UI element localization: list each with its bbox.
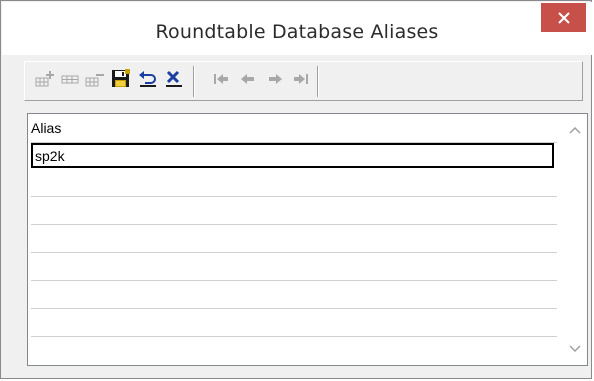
toolbar-separator-end: [317, 66, 319, 97]
chevron-up-icon: [569, 121, 581, 139]
add-record-icon: [35, 70, 55, 93]
last-record-button[interactable]: [289, 69, 312, 93]
undo-button[interactable]: [136, 69, 159, 93]
first-record-button[interactable]: [209, 69, 232, 93]
prior-record-button[interactable]: [236, 69, 259, 93]
scroll-down-button[interactable]: [568, 342, 582, 356]
next-record-button[interactable]: [263, 69, 286, 93]
grid-line: [31, 308, 557, 309]
navigator-toolbar: [24, 61, 583, 101]
grid-line: [31, 224, 557, 225]
grid-line: [31, 336, 557, 337]
save-icon: [111, 68, 131, 94]
aliases-dialog: Roundtable Database Aliases Alias sp2k: [0, 0, 592, 379]
grid-line: [31, 196, 557, 197]
delete-record-button[interactable]: [83, 69, 106, 93]
vertical-scrollbar[interactable]: [564, 115, 586, 364]
first-record-icon: [212, 72, 230, 91]
close-icon: [557, 11, 570, 24]
last-record-icon: [292, 72, 310, 91]
title-bar[interactable]: Roundtable Database Aliases: [2, 2, 592, 55]
cancel-button[interactable]: [162, 69, 185, 93]
grid-line: [31, 280, 557, 281]
table-row[interactable]: sp2k: [31, 143, 554, 168]
delete-record-icon: [85, 70, 105, 93]
prior-record-icon: [239, 72, 257, 91]
window-title: Roundtable Database Aliases: [155, 21, 439, 43]
chevron-down-icon: [569, 340, 581, 358]
add-record-button[interactable]: [33, 69, 56, 93]
column-header-alias[interactable]: Alias: [31, 120, 61, 136]
undo-icon: [138, 70, 158, 93]
save-button[interactable]: [109, 68, 132, 94]
next-record-icon: [266, 72, 284, 91]
alias-grid[interactable]: Alias sp2k: [27, 113, 588, 366]
cancel-icon: [164, 70, 184, 93]
edit-record-icon: [60, 70, 80, 93]
toolbar-separator: [193, 66, 195, 97]
grid-line: [31, 252, 557, 253]
scroll-up-button[interactable]: [568, 123, 582, 137]
close-button[interactable]: [541, 3, 586, 32]
alias-cell[interactable]: sp2k: [35, 148, 65, 164]
edit-record-button[interactable]: [58, 69, 81, 93]
